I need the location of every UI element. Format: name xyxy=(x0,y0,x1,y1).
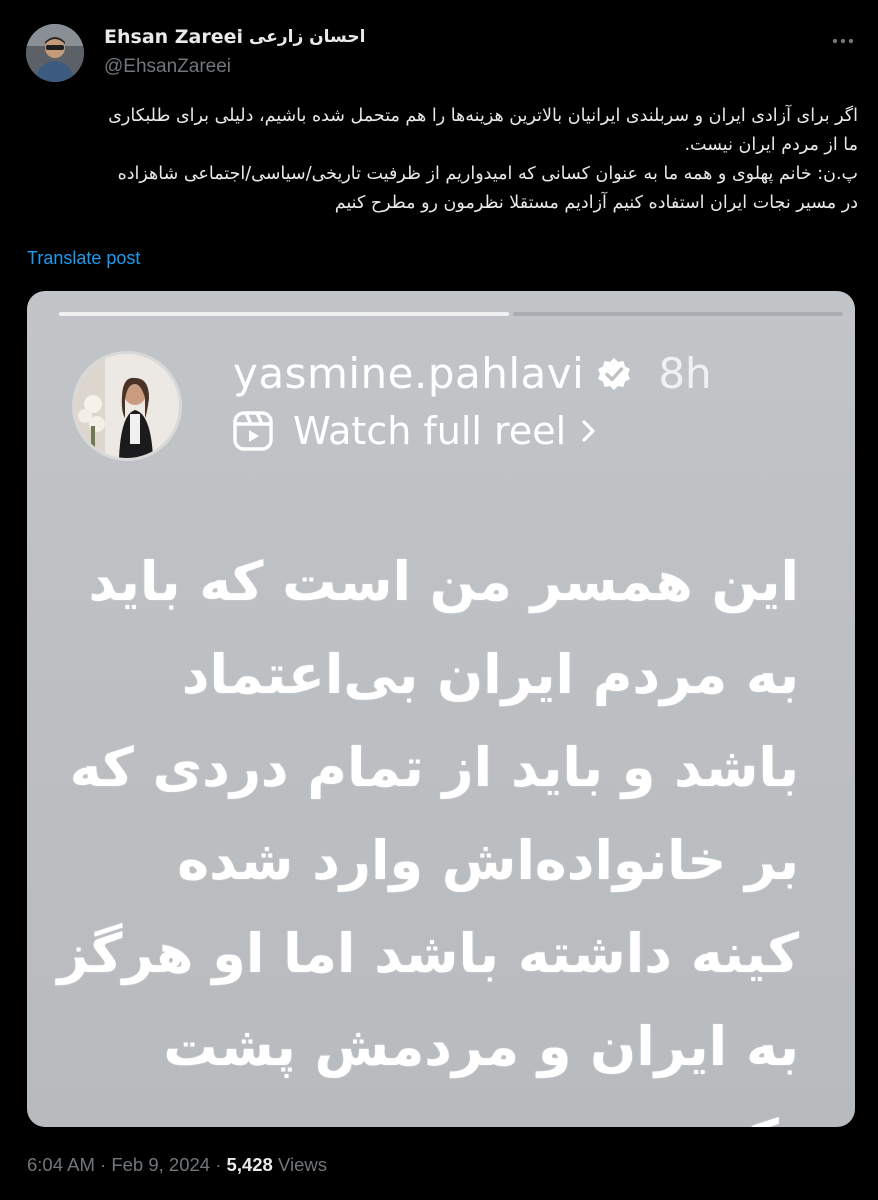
meta-separator: · xyxy=(100,1154,107,1175)
story-caption-line: کینه داشته باشد اما او هرگز xyxy=(57,922,799,985)
story-caption-line: به ایران و مردمش پشت xyxy=(163,1015,799,1078)
translate-post-link[interactable]: Translate post xyxy=(27,248,140,269)
more-horizontal-icon xyxy=(832,29,854,48)
post-date[interactable]: Feb 9, 2024 xyxy=(111,1154,210,1175)
story-caption-line: به مردم ایران بی‌اعتماد xyxy=(181,643,799,706)
author-name-row[interactable]: Ehsan Zareei احسان زارعی xyxy=(104,26,365,48)
views-label: Views xyxy=(277,1154,327,1175)
story-caption-line: بر خانواده‌اش وارد شده xyxy=(177,829,799,892)
tweet-text-line: اگر برای آزادی ایران و سربلندی ایرانیان … xyxy=(108,106,858,126)
verified-badge-icon xyxy=(596,356,632,392)
views-count: 5,428 xyxy=(226,1154,273,1175)
story-caption-line: نکرد. xyxy=(39,1093,800,1127)
watch-full-reel-link[interactable]: Watch full reel xyxy=(233,409,600,453)
meta-separator: · xyxy=(215,1154,222,1175)
story-progress-segment xyxy=(513,312,843,316)
tweet-header: Ehsan Zareei احسان زارعی @EhsanZareei xyxy=(26,24,856,84)
story-caption-line: باشد و باید از تمام دردی که xyxy=(69,736,799,799)
chevron-right-icon xyxy=(578,414,600,448)
author-avatar[interactable] xyxy=(26,24,84,82)
tweet-text-line: پ.ن: خانم پهلوی و همه ما به عنوان کسانی … xyxy=(117,164,858,184)
tweet-text: اگر برای آزادی ایران و سربلندی ایرانیان … xyxy=(20,102,858,218)
tweet-meta: 6:04 AM · Feb 9, 2024 · 5,428 Views xyxy=(27,1154,327,1176)
tweet-text-line: ما از مردم ایران نیست. xyxy=(684,135,858,155)
tweet: Ehsan Zareei احسان زارعی @EhsanZareei اگ… xyxy=(0,0,878,1200)
author-display-name-fa[interactable]: احسان زارعی xyxy=(249,27,365,47)
story-caption-text: این همسر من است که باید به مردم ایران بی… xyxy=(39,535,799,1127)
author-display-name[interactable]: Ehsan Zareei xyxy=(104,26,243,48)
tweet-text-line: در مسیر نجات ایران استفاده کنیم آزادیم م… xyxy=(334,193,858,213)
watch-full-reel-label: Watch full reel xyxy=(293,409,567,453)
reel-icon xyxy=(233,411,273,451)
post-time[interactable]: 6:04 AM xyxy=(27,1154,95,1175)
story-username-row: yasmine.pahlavi 8h xyxy=(233,349,712,398)
more-options-button[interactable] xyxy=(830,28,856,48)
story-avatar xyxy=(72,351,182,461)
story-caption-line: این همسر من است که باید xyxy=(88,550,799,613)
author-handle[interactable]: @EhsanZareei xyxy=(104,56,231,78)
story-screenshot-media[interactable]: yasmine.pahlavi 8h Watch full reel این ه… xyxy=(27,291,855,1127)
story-time: 8h xyxy=(658,349,712,398)
story-progress-segment xyxy=(59,312,509,316)
story-username: yasmine.pahlavi xyxy=(233,349,585,398)
